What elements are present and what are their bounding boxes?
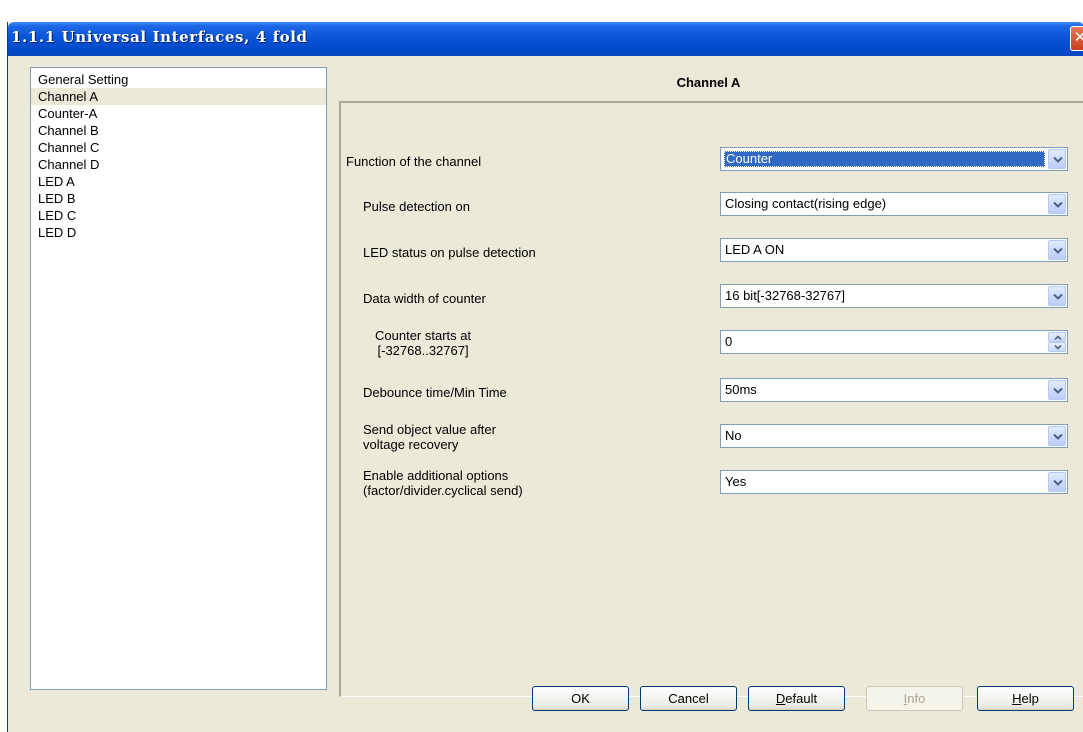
button-label: nfo <box>907 691 926 706</box>
additional-options-label: Enable additional options (factor/divide… <box>363 468 523 498</box>
pulse-detection-dropdown[interactable]: Closing contact(rising edge) <box>720 192 1068 216</box>
sidebar-item-led-d[interactable]: LED D <box>31 224 326 241</box>
dropdown-button[interactable] <box>1048 380 1066 400</box>
parameter-panel: Channel A Function of the channel Counte… <box>333 67 1083 697</box>
pulse-detection-label: Pulse detection on <box>363 199 470 214</box>
dropdown-value: Closing contact(rising edge) <box>725 196 887 211</box>
button-label: Cancel <box>668 691 709 706</box>
led-status-label: LED status on pulse detection <box>363 245 536 260</box>
close-button[interactable]: ✕ <box>1070 26 1083 51</box>
ok-button[interactable]: OK <box>532 686 629 711</box>
label-line: Enable additional options <box>363 468 509 483</box>
label-line: Pulse detection on <box>363 199 470 214</box>
button-label: efault <box>785 691 818 706</box>
dropdown-value: Yes <box>725 474 747 489</box>
chevron-down-icon <box>1053 387 1063 394</box>
dropdown-value: No <box>725 428 742 443</box>
label-line: voltage recovery <box>363 437 459 452</box>
dropdown-value: Counter <box>724 151 1045 167</box>
sidebar-item-led-c[interactable]: LED C <box>31 207 326 224</box>
sidebar-item-led-b[interactable]: LED B <box>31 190 326 207</box>
function-of-channel-label: Function of the channel <box>346 154 481 169</box>
close-icon: ✕ <box>1074 29 1083 46</box>
sidebar-item-led-a[interactable]: LED A <box>31 173 326 190</box>
label-line: Debounce time/Min Time <box>363 385 507 400</box>
arrow-down-icon <box>1054 345 1062 350</box>
label-line: Data width of counter <box>363 291 486 306</box>
sidebar-item-general-setting[interactable]: General Setting <box>31 71 326 88</box>
info-button[interactable]: Info <box>866 686 963 711</box>
data-width-dropdown[interactable]: 16 bit[-32768-32767] <box>720 284 1068 308</box>
spinner-up-button[interactable] <box>1048 332 1066 342</box>
counter-start-spinner[interactable]: 0 <box>720 330 1068 354</box>
arrow-up-icon <box>1054 335 1062 340</box>
sidebar-item-channel-a[interactable]: Channel A <box>31 88 326 105</box>
chevron-down-icon <box>1053 247 1063 254</box>
sidebar-item-channel-d[interactable]: Channel D <box>31 156 326 173</box>
data-width-label: Data width of counter <box>363 291 486 306</box>
sidebar-item-channel-b[interactable]: Channel B <box>31 122 326 139</box>
send-after-recovery-label: Send object value after voltage recovery <box>363 422 496 452</box>
button-label: OK <box>571 691 590 706</box>
panel-title: Channel A <box>676 75 741 90</box>
dropdown-button[interactable] <box>1048 240 1066 260</box>
function-of-channel-dropdown[interactable]: Counter <box>720 147 1068 171</box>
spinner-buttons <box>1048 332 1066 352</box>
title-bar[interactable]: 1.1.1 Universal Interfaces, 4 fold ✕ <box>8 22 1083 56</box>
dropdown-value: LED A ON <box>725 242 785 257</box>
chevron-down-icon <box>1053 293 1063 300</box>
counter-start-label: Counter starts at [-32768..32767] <box>375 328 471 358</box>
sidebar-item-channel-c[interactable]: Channel C <box>31 139 326 156</box>
cancel-button[interactable]: Cancel <box>640 686 737 711</box>
parameter-tree[interactable]: General Setting Channel A Counter-A Chan… <box>30 67 327 690</box>
chevron-down-icon <box>1053 156 1063 163</box>
dropdown-button[interactable] <box>1048 472 1066 492</box>
dropdown-value: 50ms <box>725 382 757 397</box>
button-mnemonic: H <box>1012 691 1022 706</box>
dropdown-value: 16 bit[-32768-32767] <box>725 288 845 303</box>
label-line: LED status on pulse detection <box>363 245 536 260</box>
send-after-recovery-dropdown[interactable]: No <box>720 424 1068 448</box>
spinner-value: 0 <box>725 334 733 349</box>
default-button[interactable]: Default <box>748 686 845 711</box>
additional-options-dropdown[interactable]: Yes <box>720 470 1068 494</box>
label-line: Function of the channel <box>346 154 482 169</box>
label-line: Counter starts at <box>375 328 472 343</box>
button-label: elp <box>1021 691 1039 706</box>
window-title: 1.1.1 Universal Interfaces, 4 fold <box>11 28 308 46</box>
button-mnemonic: D <box>775 691 786 706</box>
chevron-down-icon <box>1053 433 1063 440</box>
label-line: Send object value after <box>363 422 496 437</box>
label-line: (factor/divider.cyclical send) <box>363 483 523 498</box>
chevron-down-icon <box>1053 201 1063 208</box>
dropdown-button[interactable] <box>1048 426 1066 446</box>
sidebar-item-counter-a[interactable]: Counter-A <box>31 105 326 122</box>
chevron-down-icon <box>1053 479 1063 486</box>
dropdown-button[interactable] <box>1048 149 1066 169</box>
led-status-dropdown[interactable]: LED A ON <box>720 238 1068 262</box>
dropdown-button[interactable] <box>1048 194 1066 214</box>
debounce-time-label: Debounce time/Min Time <box>363 385 507 400</box>
dropdown-button[interactable] <box>1048 286 1066 306</box>
dialog-window: 1.1.1 Universal Interfaces, 4 fold ✕ Gen… <box>7 22 1083 732</box>
label-line: [-32768..32767] <box>377 343 469 358</box>
spinner-down-button[interactable] <box>1048 342 1066 352</box>
debounce-time-dropdown[interactable]: 50ms <box>720 378 1068 402</box>
help-button[interactable]: Help <box>977 686 1074 711</box>
